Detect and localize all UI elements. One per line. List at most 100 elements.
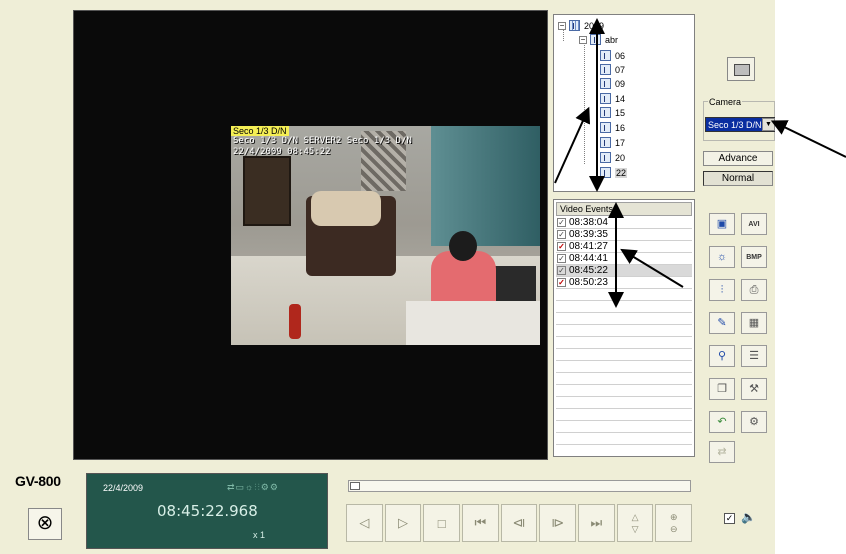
sliders-icon: ⫶ [720, 283, 724, 296]
skip-to-start-button[interactable]: ⏮ [462, 504, 499, 542]
effects-button[interactable]: ✎ [709, 312, 735, 334]
event-row-empty[interactable] [556, 301, 692, 313]
print-button[interactable]: ⎙ [741, 279, 767, 301]
event-row[interactable]: ✓ 08:50:23 [556, 277, 692, 289]
normal-button[interactable]: Normal [703, 171, 773, 186]
tree-node-day[interactable]: 06 [600, 49, 625, 62]
video-display[interactable]: Seco 1/3 D/N SERVER2 Seco 1/3 D/N 22/4/2… [73, 10, 548, 460]
collapse-icon[interactable]: − [579, 35, 587, 44]
brand-label: GV-800 [15, 473, 61, 489]
arrow-up-icon: △ [631, 512, 639, 522]
play-reverse-button[interactable]: ◁ [346, 504, 383, 542]
date-tree-panel[interactable]: − 2009 − abr 06 07 09 14 15 16 17 20 22 [553, 14, 695, 192]
timeline-slider[interactable] [348, 480, 691, 492]
undo-button[interactable]: ↶ [709, 411, 735, 433]
events-header: Video Events [556, 202, 692, 216]
tree-node-day[interactable]: 17 [600, 136, 625, 149]
event-row-empty[interactable] [556, 349, 692, 361]
status-display: 22/4/2009 ⇄▭☼⫶⫶⚙⚙ 08:45:22.968 x 1 [86, 473, 328, 549]
event-row-empty[interactable] [556, 397, 692, 409]
event-row-empty[interactable] [556, 433, 692, 445]
speed-updown-button[interactable]: △ ▽ [616, 504, 654, 542]
picture-icon: ▣ [716, 217, 728, 230]
tree-node-day-selected[interactable]: 22 [600, 166, 628, 179]
video-scene-desk [406, 301, 540, 345]
sun-icon: ☼ [716, 250, 728, 263]
event-row-selected[interactable]: ✓ 08:45:22 [556, 265, 692, 277]
gear-settings-button[interactable]: ⚙ [741, 411, 767, 433]
video-events-panel[interactable]: Video Events ✓ 08:38:04 ✓ 08:39:35 ✓ 08:41:… [553, 199, 695, 457]
step-forward-button[interactable]: ⧐ [539, 504, 577, 542]
undo-icon: ↶ [717, 415, 727, 428]
lcd-date: 22/4/2009 [103, 483, 144, 493]
day-icon [600, 50, 611, 61]
image-adjust-button[interactable]: ▣ [709, 213, 735, 235]
tree-node-day[interactable]: 09 [600, 77, 625, 90]
tree-node-day[interactable]: 14 [600, 92, 625, 105]
tree-node-day[interactable]: 07 [600, 63, 625, 76]
event-row-empty[interactable] [556, 337, 692, 349]
day-icon [600, 107, 611, 118]
event-row[interactable]: ✓ 08:41:27 [556, 241, 692, 253]
camera-name-label: Seco 1/3 D/N [231, 126, 289, 136]
speaker-icon: 🔈 [741, 510, 756, 524]
tree-node-label: abr [605, 34, 619, 45]
close-button[interactable]: ⊗ [28, 508, 62, 540]
settings-list-button[interactable]: ☰ [741, 345, 767, 367]
day-icon [600, 64, 611, 75]
save-bmp-button[interactable]: BMP [741, 246, 767, 268]
event-row-empty[interactable] [556, 409, 692, 421]
event-check-icon[interactable]: ✓ [557, 230, 566, 239]
event-check-icon[interactable]: ✓ [557, 254, 566, 263]
event-row-empty[interactable] [556, 385, 692, 397]
tree-node-day[interactable]: 15 [600, 106, 625, 119]
event-row-empty[interactable] [556, 421, 692, 433]
copy-button[interactable]: ❐ [709, 378, 735, 400]
event-row-empty[interactable] [556, 325, 692, 337]
advance-button[interactable]: Advance [703, 151, 773, 166]
collapse-icon[interactable]: − [558, 21, 566, 30]
save-avi-button[interactable]: AVI [741, 213, 767, 235]
skip-start-icon: ⏮ [474, 515, 487, 530]
playback-window: Seco 1/3 D/N SERVER2 Seco 1/3 D/N 22/4/2… [0, 0, 846, 554]
event-check-icon[interactable]: ✓ [557, 242, 566, 251]
tree-node-year[interactable]: − 2009 [558, 19, 604, 32]
close-circle-icon: ⊗ [36, 512, 54, 534]
skip-to-end-button[interactable]: ⏭ [578, 504, 615, 542]
brightness-button[interactable]: ☼ [709, 246, 735, 268]
lcd-time: 08:45:22.968 [157, 502, 258, 520]
event-time: 08:50:23 [569, 277, 608, 288]
event-row-empty[interactable] [556, 361, 692, 373]
play-icon: ▷ [398, 515, 408, 530]
event-row[interactable]: ✓ 08:39:35 [556, 229, 692, 241]
tree-node-month[interactable]: − abr [579, 33, 618, 46]
event-check-icon[interactable]: ✓ [557, 218, 566, 227]
event-row[interactable]: ✓ 08:38:04 [556, 217, 692, 229]
event-check-icon[interactable]: ✓ [557, 278, 566, 287]
export-button[interactable]: ▦ [741, 312, 767, 334]
tools-button[interactable]: ⚒ [741, 378, 767, 400]
events-list[interactable]: ✓ 08:38:04 ✓ 08:39:35 ✓ 08:41:27 ✓ 08:44:41 … [556, 217, 692, 445]
stop-button[interactable]: □ [423, 504, 461, 542]
event-row-empty[interactable] [556, 313, 692, 325]
camera-video-frame[interactable]: Seco 1/3 D/N SERVER2 Seco 1/3 D/N 22/4/2… [231, 126, 540, 345]
object-search-button[interactable]: ⚲ [709, 345, 735, 367]
tree-node-day[interactable]: 16 [600, 121, 625, 134]
snapshot-camera-button[interactable] [727, 57, 755, 81]
equalizer-button[interactable]: ⫶ [709, 279, 735, 301]
zoom-button[interactable]: ⊕ ⊖ [655, 504, 693, 542]
tree-node-label: 16 [615, 122, 626, 133]
event-row[interactable]: ✓ 08:44:41 [556, 253, 692, 265]
avi-icon: AVI [748, 220, 760, 228]
audio-checkbox[interactable]: ✓ [724, 513, 735, 524]
chevron-down-icon[interactable]: ▼ [762, 118, 775, 131]
play-button[interactable]: ▷ [384, 504, 422, 542]
disabled-sync-button[interactable]: ⇄ [709, 441, 735, 463]
tree-node-day[interactable]: 20 [600, 151, 625, 164]
event-row-empty[interactable] [556, 373, 692, 385]
step-back-button[interactable]: ⧏ [500, 504, 538, 542]
event-check-icon[interactable]: ✓ [557, 266, 566, 275]
timeline-thumb[interactable] [350, 482, 360, 490]
video-scene-door [431, 126, 540, 246]
event-row-empty[interactable] [556, 289, 692, 301]
